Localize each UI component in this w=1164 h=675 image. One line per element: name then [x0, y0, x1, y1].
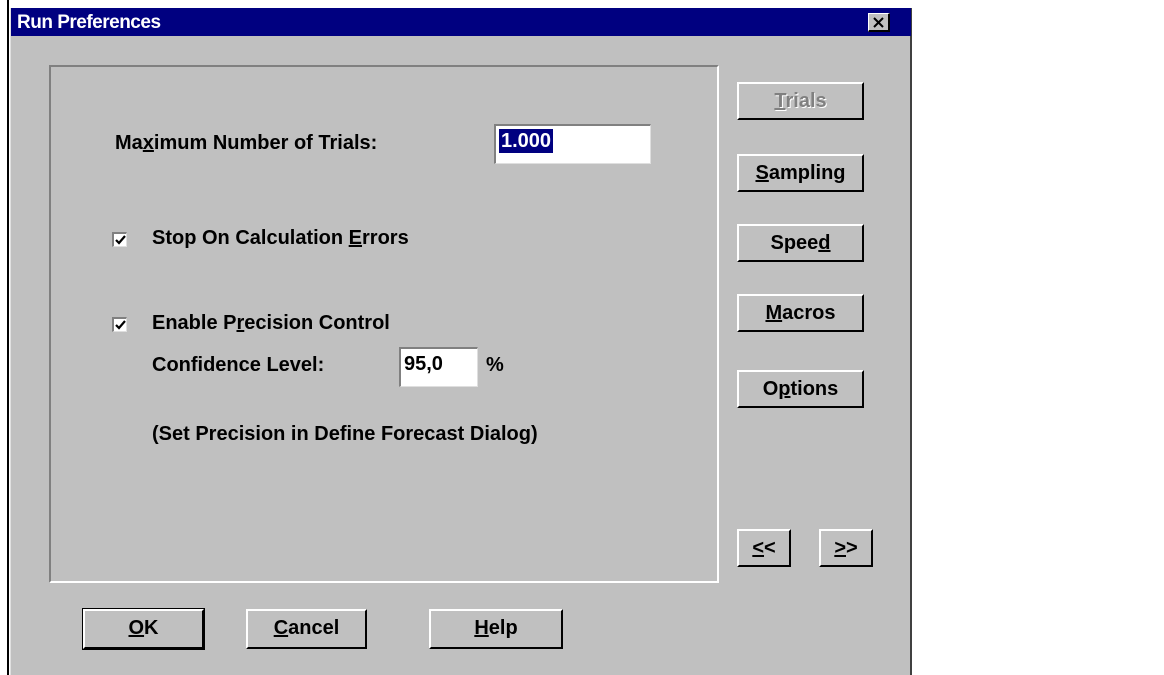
precision-control-label[interactable]: Enable Precision Control	[152, 312, 390, 335]
window-title: Run Preferences	[17, 12, 161, 33]
confidence-level-input[interactable]: 95,0	[399, 347, 478, 387]
close-button[interactable]	[868, 13, 890, 32]
confidence-unit: %	[486, 354, 504, 376]
ok-button[interactable]: OK	[82, 608, 205, 650]
macros-button[interactable]: Macros	[737, 294, 864, 332]
max-trials-value: 1.000	[499, 129, 554, 153]
previous-button[interactable]: <<	[737, 529, 791, 567]
next-button[interactable]: >>	[819, 529, 873, 567]
confidence-level-label: Confidence Level:	[152, 354, 325, 376]
options-button[interactable]: Options	[737, 370, 864, 408]
run-preferences-dialog: Run Preferences Maximum Number of Trials…	[10, 8, 912, 675]
max-trials-label: Maximum Number of Trials:	[115, 132, 378, 154]
stop-on-errors-label[interactable]: Stop On Calculation Errors	[152, 227, 409, 250]
cancel-button[interactable]: Cancel	[246, 609, 367, 649]
close-icon	[873, 17, 884, 28]
speed-button[interactable]: Speed	[737, 224, 864, 262]
precision-note: (Set Precision in Define Forecast Dialog…	[152, 423, 538, 445]
max-trials-input[interactable]: 1.000	[494, 124, 651, 164]
stop-on-errors-checkbox[interactable]	[112, 232, 127, 247]
confidence-level-value: 95,0	[404, 353, 443, 375]
help-button[interactable]: Help	[429, 609, 563, 649]
sampling-button[interactable]: Sampling	[737, 154, 864, 192]
checkmark-icon	[115, 320, 126, 330]
precision-control-checkbox[interactable]	[112, 317, 127, 332]
title-bar[interactable]: Run Preferences	[11, 8, 911, 36]
trials-button[interactable]: Trials	[737, 82, 864, 120]
page-border	[7, 0, 9, 675]
checkmark-icon	[115, 235, 126, 245]
